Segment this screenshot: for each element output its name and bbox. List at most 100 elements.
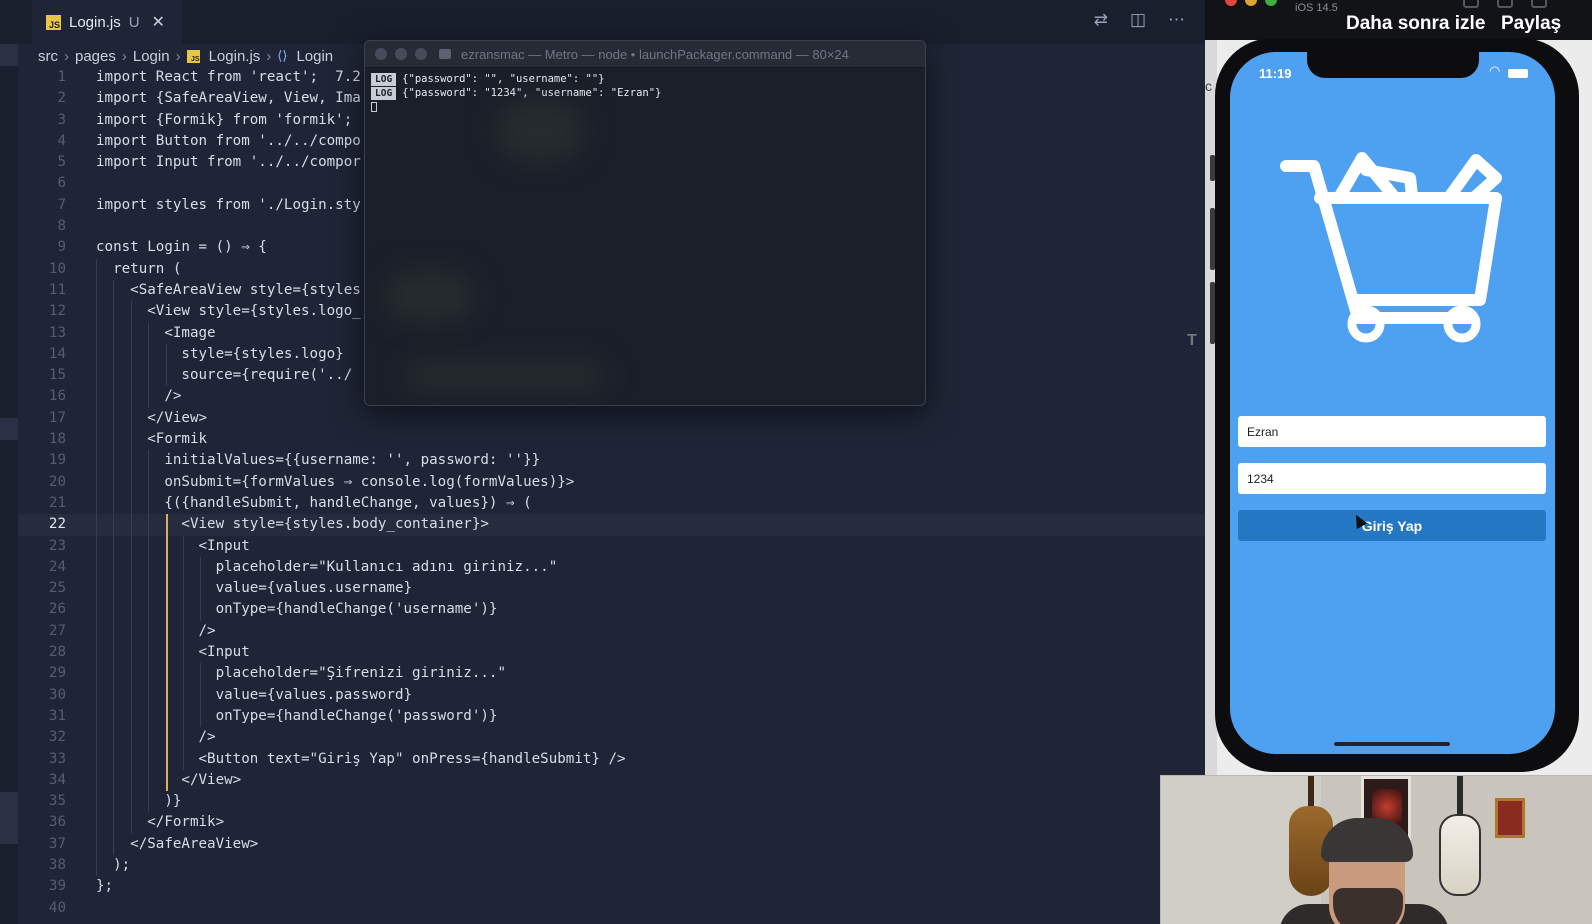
code-line[interactable]: 34 </View> bbox=[18, 769, 1205, 792]
code-line[interactable]: 39}; bbox=[18, 876, 1205, 897]
code-line[interactable]: 35 )} bbox=[18, 791, 1205, 813]
code-text: const Login = () ⇒ { bbox=[96, 239, 267, 256]
simulator-toolbar bbox=[1463, 0, 1547, 8]
line-number: 31 bbox=[48, 707, 66, 724]
code-text: initialValues={{username: '', password: … bbox=[96, 452, 541, 469]
watch-later-button[interactable]: Daha sonra izle bbox=[1346, 13, 1485, 35]
password-input[interactable]: 1234 bbox=[1238, 463, 1546, 494]
code-text: placeholder="Şifrenizi giriniz..." bbox=[96, 665, 506, 682]
terminal-titlebar[interactable]: ezransmac — Metro — node • launchPackage… bbox=[365, 41, 925, 68]
code-line[interactable]: 18 <Formik bbox=[18, 429, 1205, 451]
login-button[interactable]: Giriş Yap bbox=[1238, 510, 1546, 541]
code-text: value={values.password} bbox=[96, 686, 413, 703]
share-button[interactable]: Paylaş bbox=[1501, 13, 1561, 35]
notch bbox=[1307, 52, 1479, 78]
line-number: 9 bbox=[57, 239, 66, 256]
zoom-window-button[interactable] bbox=[415, 48, 427, 60]
code-text: <Input bbox=[96, 644, 250, 661]
line-number: 10 bbox=[48, 260, 66, 277]
code-line[interactable]: 30 value={values.password} bbox=[18, 684, 1205, 706]
line-number: 6 bbox=[57, 175, 66, 192]
code-text: onType={handleChange('username')} bbox=[96, 601, 498, 618]
breadcrumb-item[interactable]: Login bbox=[296, 48, 333, 65]
minimize-window-button[interactable] bbox=[395, 48, 407, 60]
close-tab-icon[interactable]: ✕ bbox=[152, 12, 165, 32]
minimize-window-button[interactable] bbox=[1245, 0, 1257, 6]
line-number: 5 bbox=[57, 154, 66, 171]
code-text: <Image bbox=[96, 324, 216, 341]
status-time: 11:19 bbox=[1259, 66, 1292, 81]
code-line[interactable]: 19 initialValues={{username: '', passwor… bbox=[18, 450, 1205, 472]
code-line[interactable]: 32 /> bbox=[18, 727, 1205, 749]
line-number: 7 bbox=[57, 196, 66, 213]
chevron-right-icon: › bbox=[121, 47, 127, 65]
code-line[interactable]: 17 </View> bbox=[18, 407, 1205, 430]
code-text: <Formik bbox=[96, 431, 208, 448]
breadcrumb-item[interactable]: Login.js bbox=[209, 48, 261, 65]
code-text: placeholder="Kullanıcı adını giriniz..." bbox=[96, 558, 558, 575]
code-line[interactable]: 28 <Input bbox=[18, 642, 1205, 664]
code-text: import {SafeAreaView, View, Ima bbox=[96, 90, 361, 107]
code-text: }; bbox=[96, 878, 114, 895]
code-line[interactable]: 24 placeholder="Kullanıcı adını giriniz.… bbox=[18, 556, 1205, 579]
line-number: 15 bbox=[48, 367, 66, 384]
code-line[interactable]: 21 {({handleSubmit, handleChange, values… bbox=[18, 492, 1205, 515]
line-number: 28 bbox=[48, 644, 66, 661]
log-text: {"password": "", "username": ""} bbox=[402, 73, 605, 85]
line-number: 18 bbox=[48, 431, 66, 448]
line-number: 35 bbox=[48, 793, 66, 810]
code-text: import Input from '../../compor bbox=[96, 154, 361, 171]
breadcrumb-item[interactable]: src bbox=[38, 48, 58, 65]
code-text: /> bbox=[96, 729, 216, 746]
line-number: 25 bbox=[48, 580, 66, 597]
code-line[interactable]: 31 onType={handleChange('password')} bbox=[18, 705, 1205, 728]
metro-terminal-window[interactable]: ezransmac — Metro — node • launchPackage… bbox=[364, 40, 926, 406]
ios-version-label: iOS 14.5 bbox=[1295, 2, 1338, 14]
home-icon[interactable] bbox=[1497, 0, 1513, 8]
code-line[interactable]: 36 </Formik> bbox=[18, 812, 1205, 834]
username-input[interactable]: Ezran bbox=[1238, 416, 1546, 447]
editor-tab[interactable]: JS Login.js U ✕ bbox=[32, 0, 182, 44]
line-number: 37 bbox=[48, 835, 66, 852]
breadcrumb-item[interactable]: pages bbox=[75, 48, 116, 65]
close-window-button[interactable] bbox=[1225, 0, 1237, 6]
line-number: 2 bbox=[57, 90, 66, 107]
iphone-frame: 11:19 ◠ Ezran 1234 Giriş Yap bbox=[1215, 38, 1579, 772]
code-line[interactable]: 40 bbox=[18, 898, 1205, 919]
code-line[interactable]: 20 onSubmit={formValues ⇒ console.log(fo… bbox=[18, 471, 1205, 493]
gutter-t: T bbox=[1187, 332, 1197, 349]
code-line[interactable]: 27 /> bbox=[18, 620, 1205, 643]
zoom-window-button[interactable] bbox=[1265, 0, 1277, 6]
line-number: 20 bbox=[48, 473, 66, 490]
line-number: 17 bbox=[48, 409, 66, 426]
rotate-icon[interactable] bbox=[1531, 0, 1547, 8]
code-line[interactable]: 23 <Input bbox=[18, 535, 1205, 557]
code-text: </View> bbox=[96, 409, 208, 426]
breadcrumb: src › pages › Login › JS Login.js › ⟨⟩ L… bbox=[38, 45, 333, 67]
code-line[interactable]: 37 </SafeAreaView> bbox=[18, 833, 1205, 855]
line-number: 13 bbox=[48, 324, 66, 341]
log-badge: LOG bbox=[371, 72, 397, 86]
code-line[interactable]: 38 ); bbox=[18, 854, 1205, 877]
breadcrumb-item[interactable]: Login bbox=[133, 48, 170, 65]
line-number: 21 bbox=[48, 494, 66, 511]
more-icon[interactable]: ⋯ bbox=[1168, 10, 1185, 30]
code-text: /> bbox=[96, 622, 216, 639]
code-line[interactable]: 26 onType={handleChange('username')} bbox=[18, 599, 1205, 621]
screenshot-icon[interactable] bbox=[1463, 0, 1479, 8]
tab-filename: Login.js bbox=[69, 13, 121, 31]
line-number: 40 bbox=[48, 899, 66, 916]
code-line[interactable]: 22 <View style={styles.body_container}> bbox=[18, 514, 1205, 536]
line-number: 29 bbox=[48, 665, 66, 682]
line-number: 33 bbox=[48, 750, 66, 767]
close-window-button[interactable] bbox=[375, 48, 387, 60]
split-editor-icon[interactable]: ◫ bbox=[1130, 10, 1146, 30]
terminal-output[interactable]: LOG {"password": "", "username": ""} LOG… bbox=[365, 68, 925, 116]
code-line[interactable]: 29 placeholder="Şifrenizi giriniz..." bbox=[18, 663, 1205, 685]
source-control-icon[interactable]: ⇄ bbox=[1094, 10, 1108, 30]
line-number: 39 bbox=[48, 878, 66, 895]
chevron-right-icon: › bbox=[175, 47, 181, 65]
code-line[interactable]: 25 value={values.username} bbox=[18, 578, 1205, 600]
code-line[interactable]: 33 <Button text="Giriş Yap" onPress={han… bbox=[18, 748, 1205, 770]
code-text: <View style={styles.body_container}> bbox=[96, 516, 489, 533]
